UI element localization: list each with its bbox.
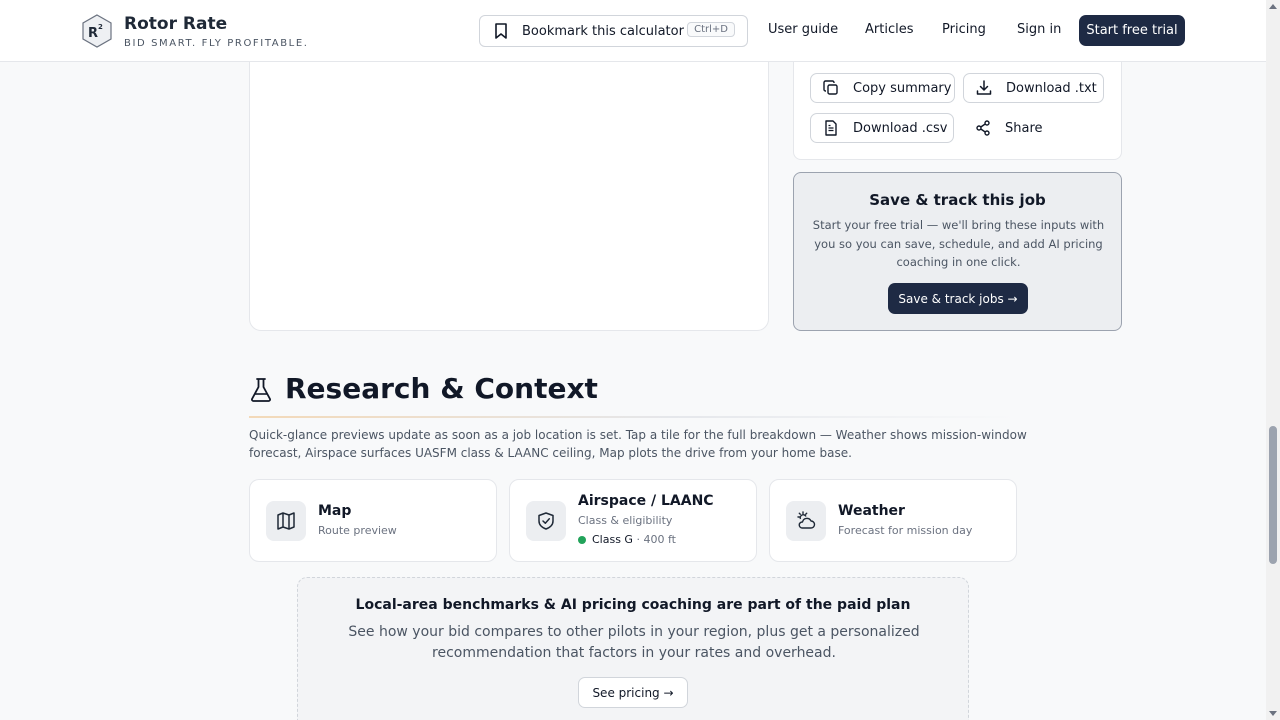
share-label: Share [1005, 120, 1043, 136]
research-section-title: Research & Context [285, 372, 598, 405]
start-free-trial-button[interactable]: Start free trial [1079, 15, 1185, 46]
cloud-sun-icon [786, 501, 826, 541]
save-track-card: Save & track this job Start your free tr… [793, 172, 1122, 331]
scroll-up-arrow[interactable] [1269, 4, 1277, 9]
tile-map-subtitle: Route preview [318, 524, 397, 537]
bookmark-button[interactable]: Bookmark this calculator Ctrl+D [479, 15, 748, 47]
nav-user-guide[interactable]: User guide [768, 22, 838, 37]
airspace-class: Class G [592, 533, 633, 546]
tile-airspace-title: Airspace / LAANC [578, 493, 714, 509]
page-scrollbar[interactable] [1266, 0, 1280, 720]
airspace-status: Class G · 400 ft [578, 533, 676, 546]
brand-name[interactable]: Rotor Rate [124, 14, 227, 34]
airspace-ceiling: · 400 ft [636, 533, 676, 546]
copy-summary-button[interactable]: Copy summary [810, 73, 955, 103]
scroll-down-arrow[interactable] [1269, 711, 1277, 716]
share-button[interactable]: Share [962, 113, 1052, 143]
copy-icon [823, 80, 838, 95]
download-txt-button[interactable]: Download .txt [963, 73, 1104, 103]
share-icon [976, 120, 990, 136]
status-dot [578, 536, 586, 544]
download-txt-label: Download .txt [1006, 80, 1097, 96]
copy-summary-label: Copy summary [853, 80, 952, 96]
nav-articles[interactable]: Articles [865, 22, 913, 37]
section-divider [249, 416, 1017, 418]
bookmark-shortcut: Ctrl+D [687, 22, 735, 37]
flask-icon [251, 378, 271, 402]
scroll-thumb[interactable] [1269, 426, 1277, 564]
map-icon [266, 501, 306, 541]
save-track-button[interactable]: Save & track jobs → [888, 283, 1028, 314]
download-csv-button[interactable]: Download .csv [810, 113, 954, 143]
tile-map-title: Map [318, 503, 352, 519]
shield-check-icon [526, 501, 566, 541]
nav-sign-in[interactable]: Sign in [1017, 22, 1061, 37]
tile-weather-subtitle: Forecast for mission day [838, 524, 973, 537]
see-pricing-button[interactable]: See pricing → [578, 677, 688, 708]
bookmark-label: Bookmark this calculator [522, 23, 684, 39]
brand-tagline: BID SMART. FLY PROFITABLE. [124, 38, 309, 49]
save-track-description: Start your free trial — we'll bring thes… [812, 218, 1105, 269]
svg-text:R: R [88, 26, 98, 41]
tile-airspace-subtitle: Class & eligibility [578, 514, 673, 527]
promo-description: See how your bid compares to other pilot… [348, 624, 920, 661]
svg-text:2: 2 [98, 23, 103, 31]
tile-airspace[interactable]: Airspace / LAANC Class & eligibility Cla… [509, 479, 757, 562]
save-track-title: Save & track this job [869, 191, 1046, 209]
bookmark-icon [495, 23, 507, 39]
top-header: R 2 Rotor Rate BID SMART. FLY PROFITABLE… [0, 0, 1266, 62]
tile-weather-title: Weather [838, 503, 905, 519]
nav-pricing[interactable]: Pricing [942, 22, 986, 37]
promo-title: Local-area benchmarks & AI pricing coach… [355, 597, 911, 613]
tile-map[interactable]: Map Route preview [249, 479, 497, 562]
logo-icon[interactable]: R 2 [82, 14, 112, 48]
tile-weather[interactable]: Weather Forecast for mission day [769, 479, 1017, 562]
download-icon [976, 80, 992, 95]
download-csv-label: Download .csv [853, 120, 948, 136]
paid-plan-promo: Local-area benchmarks & AI pricing coach… [297, 577, 969, 720]
file-text-icon [825, 120, 837, 136]
research-description: Quick-glance previews update as soon as … [249, 428, 1027, 460]
